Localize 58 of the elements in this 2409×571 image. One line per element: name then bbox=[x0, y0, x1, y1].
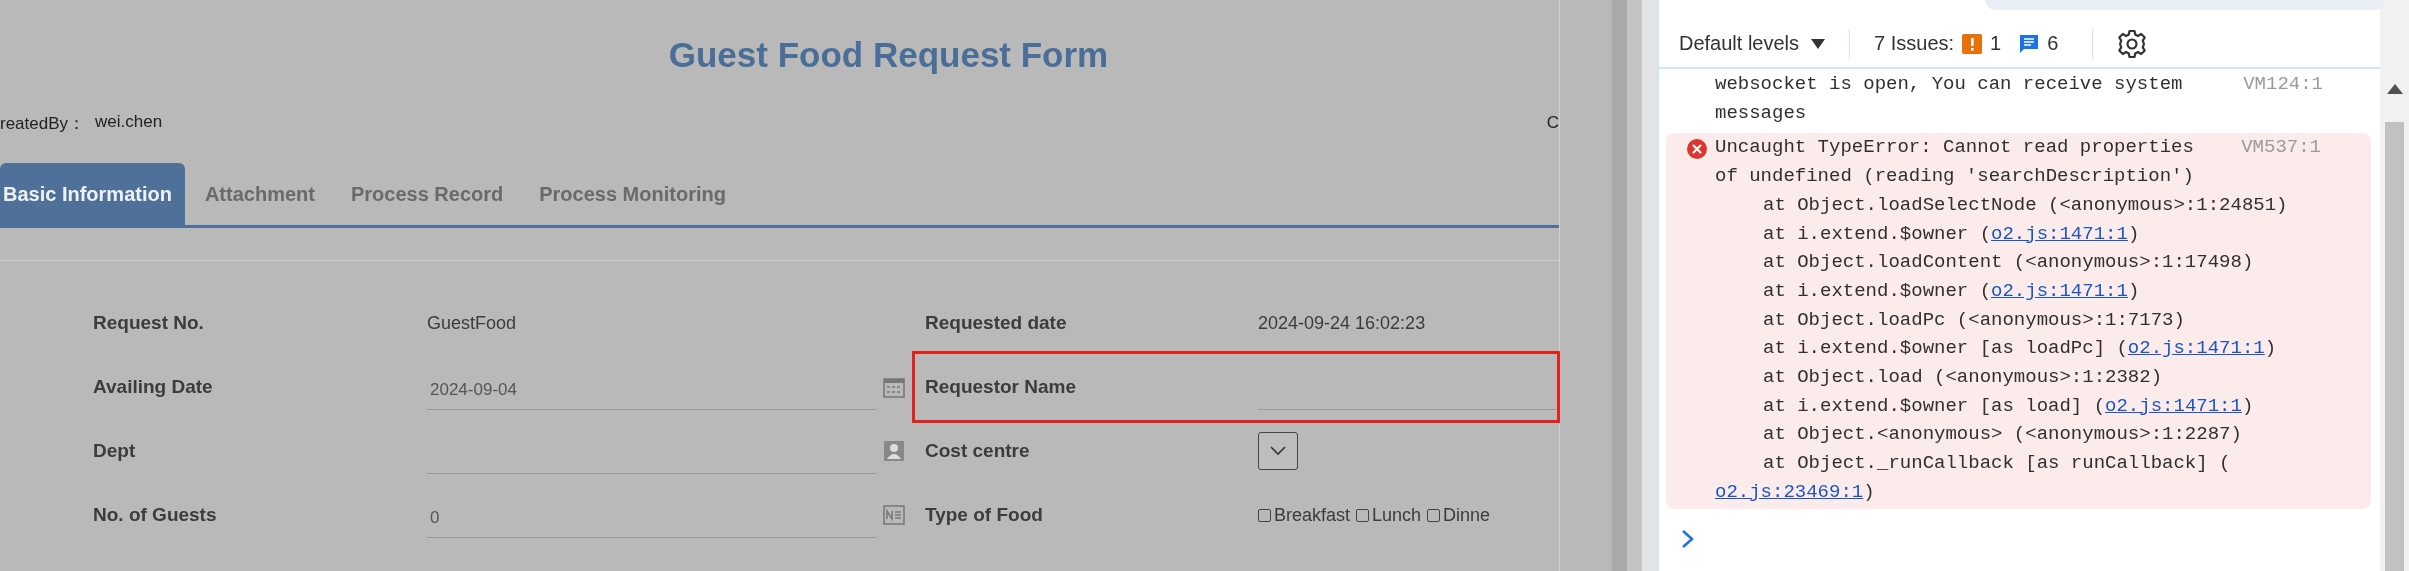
console-text: of undefined (reading 'searchDescription') bbox=[1715, 164, 2194, 190]
console-text: messages bbox=[1715, 100, 1807, 126]
created-by-label: reatedBy： bbox=[0, 112, 86, 135]
stack-trace-line: at i.extend.$owner (o2.js:1471:1) bbox=[1763, 221, 2140, 247]
settings-icon bbox=[2117, 28, 2148, 59]
stack-trace-line: at i.extend.$owner [as loadPc] (o2.js:1471:1) bbox=[1763, 336, 2277, 362]
stack-trace-line: at Object._runCallback [as runCallback] ( bbox=[1763, 451, 2231, 477]
field-label: Requested date bbox=[924, 312, 1068, 334]
checkbox-option[interactable]: Breakfast bbox=[1258, 504, 1351, 526]
dropdown[interactable] bbox=[1258, 432, 1298, 470]
scrollbar[interactable] bbox=[2380, 0, 2409, 571]
header-text: C bbox=[1546, 113, 1559, 133]
input-field[interactable]: 2024-09-04 bbox=[427, 370, 876, 410]
console-text: websocket is open, You can receive system bbox=[1715, 72, 2183, 97]
field-label: Type of Food bbox=[924, 504, 1044, 526]
issue-count: 1 bbox=[1990, 32, 2002, 55]
issues-label: 7 Issues: bbox=[1874, 32, 1955, 55]
checkbox-option[interactable]: Lunch bbox=[1356, 504, 1422, 526]
person-icon bbox=[883, 440, 905, 462]
levels-dropdown[interactable]: Default levels bbox=[1679, 32, 1826, 55]
message-icon bbox=[2019, 33, 2040, 54]
tab[interactable]: Basic Information bbox=[0, 163, 185, 225]
field-value: 2024-09-24 16:02:23 bbox=[1258, 312, 1426, 333]
form-title: Guest Food Request Form bbox=[667, 34, 1110, 76]
field-label: Request No. bbox=[92, 312, 205, 334]
prompt-icon bbox=[1681, 528, 1695, 549]
source-link[interactable]: o2.js:23469:1 bbox=[1715, 480, 1864, 503]
chevron-icon bbox=[1270, 446, 1286, 456]
field-value: GuestFood bbox=[427, 312, 517, 333]
created-by-value: wei.chen bbox=[95, 111, 163, 133]
source-link[interactable]: o2.js:1471:1 bbox=[1991, 222, 2128, 245]
stack-trace-line: at Object.load (<anonymous>:1:2382) bbox=[1763, 365, 2163, 391]
stack-trace-line: at Object.loadPc (<anonymous>:1:7173) bbox=[1763, 307, 2185, 333]
source-link[interactable]: o2.js:1471:1 bbox=[2105, 394, 2242, 417]
scrollbar-thumb[interactable] bbox=[2385, 122, 2404, 571]
field-label: No. of Guests bbox=[92, 504, 218, 526]
issue-count: 6 bbox=[2047, 32, 2059, 55]
console-text: Uncaught TypeError: Cannot read properties bbox=[1715, 135, 2194, 161]
warning-icon bbox=[1962, 33, 1983, 54]
field-label: Cost centre bbox=[924, 440, 1031, 462]
stack-trace-line: at i.extend.$owner (o2.js:1471:1) bbox=[1763, 278, 2140, 304]
stack-trace-line: at Object.loadSelectNode (<anonymous>:1:24851) bbox=[1763, 192, 2288, 218]
checkbox-option[interactable]: Dinne bbox=[1427, 504, 1491, 526]
source-link[interactable]: o2.js:1471:1 bbox=[1991, 279, 2128, 302]
calendar-icon bbox=[883, 376, 905, 398]
form-icon bbox=[883, 504, 905, 526]
field-label: Dept bbox=[92, 440, 137, 462]
stack-trace-line: at Object.loadContent (<anonymous>:1:17498) bbox=[1763, 250, 2254, 276]
caret-icon bbox=[1811, 38, 1826, 49]
stack-trace-line: at i.extend.$owner [as load] (o2.js:1471:1) bbox=[1763, 393, 2254, 419]
field-label: Availing Date bbox=[92, 376, 214, 398]
stack-trace-line: at Object.<anonymous> (<anonymous>:1:2287) bbox=[1763, 422, 2242, 448]
field-label: Requestor Name bbox=[924, 376, 1077, 398]
console-text: o2.js:23469:1) bbox=[1715, 479, 1875, 505]
input-field[interactable]: 0 bbox=[427, 498, 876, 538]
scroll-up-icon bbox=[2386, 84, 2403, 94]
source-link[interactable]: o2.js:1471:1 bbox=[2127, 337, 2265, 360]
error-icon bbox=[1686, 138, 1708, 161]
